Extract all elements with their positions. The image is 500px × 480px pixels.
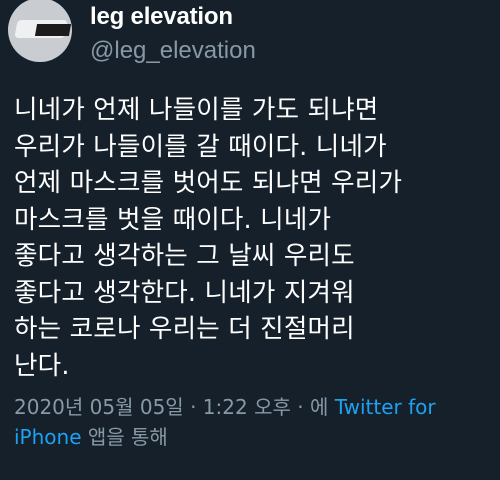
tweet-line: 니네가 언제 나들이를 가도 되냐면 [14,95,379,125]
tweet-metadata: 2020년 05월 05일 · 1:22 오후 · 에 Twitter for i… [14,392,486,452]
avatar-shadow [34,24,72,36]
tweet-time[interactable]: 1:22 오후 [203,395,291,419]
tweet-header: leg elevation @leg_elevation [8,0,486,86]
user-names: leg elevation @leg_elevation [90,2,256,66]
tweet-line: 언제 마스크를 벗어도 되냐면 우리가 [14,168,403,198]
tweet-line: 하는 코로나 우리는 더 진절머리 [14,314,355,344]
meta-separator: · [183,395,203,419]
meta-suffix: 앱을 통해 [81,425,168,449]
user-handle[interactable]: @leg_elevation [90,36,256,66]
tweet-line: 좋다고 생각하는 그 날씨 우리도 [14,241,355,271]
tweet-line: 난다. [14,350,70,381]
display-name[interactable]: leg elevation [90,2,256,32]
tweet-source-link[interactable]: Twitter for [335,395,436,419]
meta-separator: · [290,395,310,419]
tweet-card: leg elevation @leg_elevation 니네가 언제 나들이를… [0,0,500,480]
avatar[interactable] [8,0,72,62]
meta-via: 에 [309,395,335,419]
tweet-line: 마스크를 벗을 때이다. 니네가 [14,204,332,235]
tweet-source-link-cont[interactable]: iPhone [14,425,82,449]
tweet-text: 니네가 언제 나들이를 가도 되냐면 우리가 나들이를 갈 때이다. 니네가 언… [14,92,486,384]
tweet-line: 좋다고 생각한다. 니네가 지겨워 [14,277,355,308]
tweet-line: 우리가 나들이를 갈 때이다. 니네가 [14,131,387,162]
tweet-date[interactable]: 2020년 05월 05일 [14,395,184,419]
